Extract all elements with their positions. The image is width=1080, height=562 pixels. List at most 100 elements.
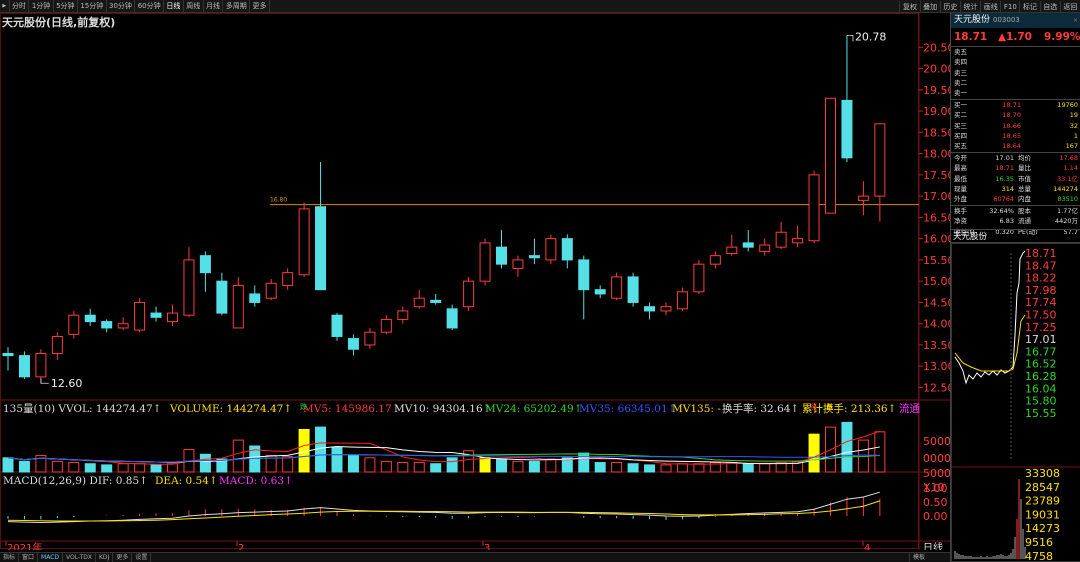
indicator-tab[interactable]: 设置 [132,553,152,562]
candle[interactable] [545,234,557,265]
volume-panel[interactable]: 135量(10) VVOL: 144274.47↑ VOLUME: 144274.… [2,402,920,473]
candle[interactable] [68,310,80,339]
mini-axis-label: 15.80 [1025,395,1057,408]
candle[interactable] [216,272,228,316]
candle[interactable] [496,230,507,269]
toolbar-button[interactable]: 标记 [1019,0,1039,13]
candle[interactable] [2,347,14,371]
candle[interactable] [561,234,573,269]
candle[interactable] [35,349,47,384]
candle[interactable] [479,238,491,286]
toolbar-button[interactable]: 画线 [980,0,1000,13]
candle[interactable] [51,332,63,360]
candle[interactable] [644,302,656,320]
candle[interactable] [627,272,639,307]
period-tab[interactable]: 周线 [184,0,204,12]
candle[interactable] [101,319,113,333]
candle[interactable] [594,285,606,299]
template-button[interactable]: 模板 [908,553,928,562]
candle[interactable] [693,259,705,294]
candle-body [216,280,228,314]
candle[interactable] [150,306,162,322]
candle[interactable] [792,225,804,248]
candle[interactable] [825,97,836,214]
bid-label: 买一 [954,101,967,109]
candle-body [68,314,80,335]
candle-body [463,280,475,308]
candle[interactable] [84,308,96,326]
candle[interactable] [841,35,853,163]
candle[interactable] [808,170,820,243]
toolbar-button[interactable]: F10 [1000,0,1019,13]
candle[interactable] [380,315,392,335]
volume-bar [150,464,162,473]
candle[interactable] [874,123,886,222]
candle[interactable] [463,276,475,311]
candle[interactable] [117,317,129,331]
candle[interactable] [660,302,672,316]
candle[interactable] [397,306,409,324]
candle[interactable] [676,287,688,311]
period-tab[interactable]: 5分钟 [54,0,78,12]
candle-body [578,259,590,291]
kline-chart-area[interactable]: 16.80 135量(10) VVOL: 144274.47↑ VOLUME: 1… [0,13,950,550]
candle[interactable] [347,334,359,356]
candle[interactable] [528,238,540,265]
period-tab[interactable]: 15分钟 [78,0,107,12]
period-tab[interactable]: 月线 [204,0,224,12]
candle[interactable] [134,298,146,333]
toolbar-button[interactable]: 叠加 [919,0,940,13]
toolbar-button[interactable]: 历史 [939,0,960,13]
vol-ma5-line [7,430,881,465]
candle[interactable] [742,230,754,252]
candle[interactable] [759,238,771,256]
toolbar-button[interactable]: 复权 [899,0,919,13]
indicator-tab[interactable]: VOL-TDX [63,553,96,562]
candle[interactable] [611,272,623,301]
indicator-tab[interactable]: MACD [38,553,64,562]
indicator-tab[interactable]: 更多 [113,553,133,562]
candle[interactable] [315,162,327,291]
candle[interactable] [709,251,721,269]
chart-arrow-icon[interactable]: ▶ [0,0,10,12]
candle[interactable] [167,304,178,326]
period-tab[interactable]: 30分钟 [107,0,136,12]
candlesticks[interactable] [2,35,886,384]
candle[interactable] [578,255,590,320]
candle[interactable] [512,255,524,277]
indicator-tab[interactable]: 指标 [0,553,20,562]
candle[interactable] [199,251,211,292]
candle[interactable] [364,327,376,350]
close-icon[interactable]: × [1073,13,1078,28]
candle[interactable] [331,313,343,341]
candle[interactable] [446,304,458,331]
period-tab[interactable]: 更多 [250,0,270,12]
intraday-mini-chart[interactable]: 18.7118.4718.2217.9817.7417.5017.2517.01… [951,243,1080,562]
candle[interactable] [249,285,261,307]
candle[interactable] [265,279,277,301]
period-tab[interactable]: 日线 [164,0,184,12]
candle[interactable] [232,276,244,329]
candle[interactable] [282,268,294,290]
candle[interactable] [183,247,195,318]
candle[interactable] [430,293,442,305]
toolbar-button[interactable]: 统计 [959,0,980,13]
toolbar-button[interactable]: 自选 [1039,0,1060,13]
candle[interactable] [413,289,425,309]
candle[interactable] [18,351,30,379]
indicator-tab[interactable]: KDJ [96,553,114,562]
period-tab[interactable]: 多周期 [223,0,251,12]
toolbar-button[interactable]: 返回 [1059,0,1080,13]
candle[interactable] [298,202,310,277]
candle[interactable] [726,234,738,256]
volume-bar [611,462,623,473]
macd-panel[interactable]: MACD(12,26,9) DIF: 0.85↑ DEA: 0.54↑ MACD: … [3,475,881,523]
period-tab[interactable]: 分时 [10,0,30,12]
candle[interactable] [857,181,869,216]
volume-bar [413,462,425,473]
candle-body [759,244,771,252]
indicator-tab[interactable]: 窗口 [19,553,39,562]
period-tab[interactable]: 60分钟 [135,0,165,12]
period-tab[interactable]: 1分钟 [29,0,54,12]
candle[interactable] [775,221,787,250]
